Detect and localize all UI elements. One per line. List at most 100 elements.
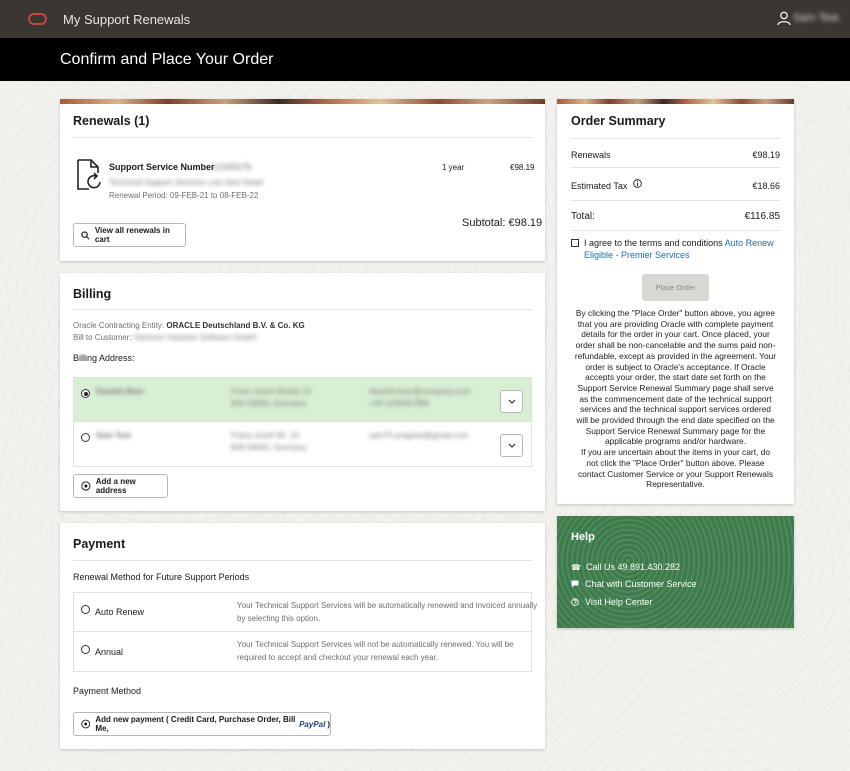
disclaimer-line: contact Customer Service or your Support…: [577, 468, 774, 479]
contracting-entity-label: Oracle Contracting Entity:: [73, 321, 167, 330]
terms-checkbox[interactable]: [571, 239, 579, 247]
disclaimer-line: not click the "Place Order" button above…: [586, 457, 765, 468]
address-expand-button[interactable]: [500, 434, 523, 457]
disclaimer-line: If you are uncertain about the items in …: [580, 447, 770, 458]
order-summary-card: Order Summary Renewals €98.19 Estimated …: [557, 99, 794, 504]
call-us-label: Call Us 49.891.430.282: [585, 562, 681, 572]
address-radio[interactable]: [81, 433, 90, 442]
address-city: 806-59650, Germany: [231, 443, 307, 452]
annual-radio[interactable]: [81, 645, 90, 654]
renewal-amount: €98.19: [510, 163, 535, 172]
disclaimer-line: order shall be non-cancelable and the su…: [575, 340, 776, 351]
disclaimer-line: as the commencement date of the technica…: [579, 393, 772, 404]
summary-renewals-label: Renewals: [571, 150, 611, 160]
renewal-term: 1 year: [442, 163, 465, 172]
terms-link-2[interactable]: Eligible - Premier Services: [584, 250, 690, 260]
payment-card: Payment Renewal Method for Future Suppor…: [60, 523, 545, 749]
address-street: Franz-Josef-Str. 10: [231, 431, 300, 440]
address-name: Sam Test: [96, 431, 131, 440]
payment-title: Payment: [73, 537, 126, 551]
help-center-label: Visit Help Center: [585, 597, 653, 607]
total-value: €116.85: [744, 211, 780, 222]
auto-renew-desc-2: by selecting this option.: [237, 614, 321, 623]
bill-to-value: Hammer Industrie Software GmbH: [133, 333, 257, 342]
disclaimer-line: By clicking the "Place Order" button abo…: [575, 308, 776, 318]
document-renew-icon: [77, 159, 101, 190]
renewals-title: Renewals (1): [73, 114, 150, 128]
add-payment-button[interactable]: Add new payment ( Credit Card, Purchase …: [73, 712, 331, 736]
phone-icon: ☎: [571, 562, 581, 572]
terms-link[interactable]: Auto Renew: [725, 238, 774, 248]
address-radio-selected[interactable]: [81, 389, 90, 398]
chevron-down-icon: [508, 443, 515, 448]
disclaimer-line: details for the order in your cart. Once…: [581, 329, 770, 340]
disclaimer-line: applicable programs and/or hardware.: [604, 436, 747, 447]
user-icon[interactable]: [777, 11, 791, 26]
address-option[interactable]: Sam Test Franz-Josef-Str. 10 806-59650, …: [73, 422, 532, 467]
contracting-entity-value: ORACLE Deutschland B.V. & Co. KG: [166, 321, 305, 330]
help-center-link[interactable]: Visit Help Center: [571, 597, 652, 607]
divider: [571, 138, 780, 139]
place-order-button[interactable]: Place Order: [642, 274, 709, 301]
chevron-down-icon: [508, 399, 515, 404]
address-option-selected[interactable]: Daniela Beer Franz-Josef-Straße 10 806-5…: [73, 377, 532, 422]
address-street: Franz-Josef-Straße 10: [231, 387, 312, 396]
divider: [73, 309, 532, 310]
divider: [73, 137, 532, 138]
payment-method-label: Payment Method: [73, 686, 142, 696]
disclaimer-line: that you are providing Oracle with compl…: [577, 318, 774, 329]
address-name: Daniela Beer: [96, 387, 145, 396]
disclaimer-line: Support Service Renewal Summary page for…: [585, 425, 766, 436]
disclaimer-line: order is subject to Oracle's acceptance.…: [585, 361, 766, 372]
disclaimer-line: Support Service Renewal Summary page sha…: [577, 382, 774, 393]
renewals-subtotal: Subtotal: €98.19: [462, 217, 543, 229]
order-summary-title: Order Summary: [571, 114, 666, 128]
divider: [571, 230, 780, 231]
terms-text: I agree to the terms and conditions Auto…: [584, 238, 774, 248]
auto-renew-radio[interactable]: [81, 605, 90, 614]
paypal-logo: PayPal: [299, 719, 326, 729]
order-disclaimer: By clicking the "Place Order" button abo…: [565, 308, 786, 490]
support-service-label: Support Service Number: [109, 162, 215, 172]
support-service-number: 12345678: [211, 162, 252, 172]
view-all-renewals-label: View all renewals in cart: [94, 226, 170, 244]
oracle-logo-icon[interactable]: [28, 13, 47, 25]
chat-icon: [571, 580, 579, 588]
renewal-option-auto[interactable]: Auto Renew Your Technical Support Servic…: [73, 592, 537, 632]
view-all-renewals-button[interactable]: View all renewals in cart: [73, 223, 186, 247]
billing-address-label: Billing Address:: [73, 353, 135, 363]
search-icon: [81, 230, 90, 240]
renewal-method-heading: Renewal Method for Future Support Period…: [73, 572, 250, 582]
address-email: sam75.pregtest@gmail.com: [369, 431, 469, 440]
divider: [73, 560, 532, 561]
help-title: Help: [571, 531, 595, 543]
call-us-link[interactable]: ☎ Call Us 49.891.430.282: [571, 562, 680, 572]
billing-card: Billing Oracle Contracting Entity: ORACL…: [60, 273, 545, 511]
page-header: Confirm and Place Your Order: [0, 38, 850, 81]
card-decor-band: [60, 99, 545, 104]
disclaimer-line: services and the technical support servi…: [580, 404, 771, 415]
user-name[interactable]: Sam Test: [793, 12, 839, 24]
help-card: Help ☎ Call Us 49.891.430.282 Chat with C…: [557, 516, 794, 628]
info-icon[interactable]: [633, 179, 642, 188]
disclaimer-line: Representative.: [646, 479, 705, 490]
estimated-tax-value: €18.66: [752, 181, 780, 191]
auto-renew-label: Auto Renew: [95, 607, 145, 617]
top-bar: My Support Renewals Sam Test: [0, 0, 850, 38]
chat-link[interactable]: Chat with Customer Service: [571, 579, 697, 589]
add-payment-label: Add new payment ( Credit Card, Purchase …: [95, 715, 296, 733]
add-address-button[interactable]: Add a new address: [73, 474, 168, 498]
address-phone: +49 1234567890: [369, 399, 430, 408]
disclaimer-line: refundable, except as provided in the ag…: [574, 350, 777, 361]
app-title: My Support Renewals: [63, 12, 191, 27]
renewal-option-annual[interactable]: Annual Your Technical Support Services w…: [73, 632, 532, 672]
address-expand-button[interactable]: [500, 390, 523, 413]
bill-to-customer: Bill to Customer: Hammer Industrie Softw…: [73, 333, 257, 342]
plus-circle-icon: [81, 481, 91, 491]
contracting-entity: Oracle Contracting Entity: ORACLE Deutsc…: [73, 321, 305, 330]
add-address-label: Add a new address: [95, 477, 136, 495]
card-decor-band: [557, 99, 794, 104]
address-email: daniela.beer@company.com: [369, 387, 471, 396]
disclaimer-line: accepts your order, the start date set f…: [585, 372, 766, 383]
renewal-period: Renewal Period: 09-FEB-21 to 08-FEB-22: [109, 191, 259, 200]
